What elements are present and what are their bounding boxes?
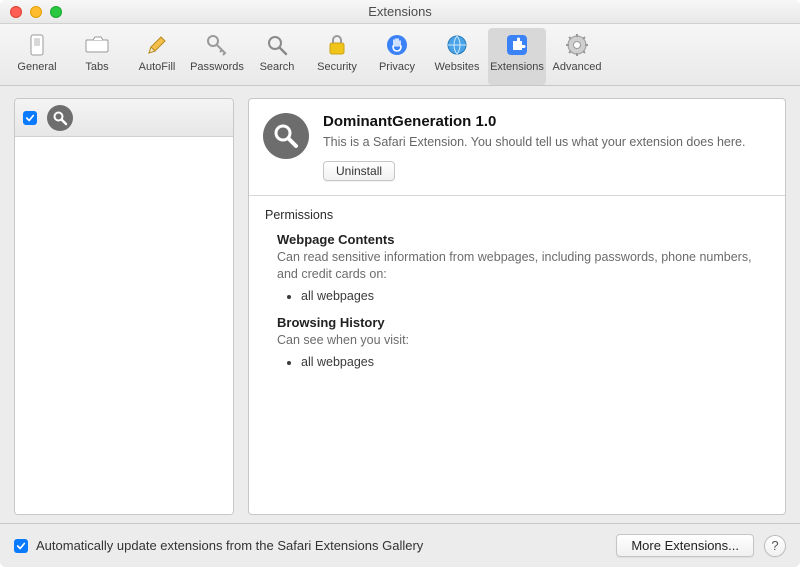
tab-autofill[interactable]: AutoFill (128, 28, 186, 85)
tab-label: Tabs (85, 61, 108, 73)
footer: Automatically update extensions from the… (0, 523, 800, 567)
extension-title: DominantGeneration 1.0 (323, 113, 745, 130)
permission-description: Can see when you visit: (277, 332, 769, 349)
tab-extensions[interactable]: Extensions (488, 28, 546, 85)
magnifier-icon (263, 113, 309, 159)
tab-label: Passwords (190, 61, 244, 73)
tab-tabs[interactable]: Tabs (68, 28, 126, 85)
pencil-icon (143, 31, 171, 59)
permission-list-item: all webpages (301, 355, 769, 369)
tab-passwords[interactable]: Passwords (188, 28, 246, 85)
uninstall-button[interactable]: Uninstall (323, 161, 395, 181)
tab-label: Extensions (490, 61, 544, 73)
lock-icon (323, 31, 351, 59)
puzzle-icon (503, 31, 531, 59)
tab-label: Search (260, 61, 295, 73)
tab-label: AutoFill (139, 61, 176, 73)
gear-icon (563, 31, 591, 59)
more-extensions-button[interactable]: More Extensions... (616, 534, 754, 557)
enable-extension-checkbox[interactable] (23, 111, 37, 125)
permission-browsing-history: Browsing History Can see when you visit:… (277, 315, 769, 369)
permissions-heading: Permissions (265, 208, 769, 222)
tab-label: Privacy (379, 61, 415, 73)
hand-icon (383, 31, 411, 59)
tab-websites[interactable]: Websites (428, 28, 486, 85)
preferences-window: Extensions General Tabs AutoFill Passw (0, 0, 800, 567)
help-button[interactable]: ? (764, 535, 786, 557)
detail-header: DominantGeneration 1.0 This is a Safari … (249, 99, 785, 196)
footer-left: Automatically update extensions from the… (14, 538, 423, 553)
magnifier-icon (47, 105, 73, 131)
tab-advanced[interactable]: Advanced (548, 28, 606, 85)
preferences-toolbar: General Tabs AutoFill Passwords Search (0, 24, 800, 86)
search-icon (263, 31, 291, 59)
extension-list-item[interactable] (15, 99, 233, 137)
tab-label: Security (317, 61, 357, 73)
tab-label: General (17, 61, 56, 73)
permission-title: Browsing History (277, 315, 769, 330)
tab-label: Advanced (553, 61, 602, 73)
tab-privacy[interactable]: Privacy (368, 28, 426, 85)
auto-update-checkbox[interactable] (14, 539, 28, 553)
permission-webpage-contents: Webpage Contents Can read sensitive info… (277, 232, 769, 303)
switch-icon (23, 31, 51, 59)
tab-general[interactable]: General (8, 28, 66, 85)
tab-label: Websites (434, 61, 479, 73)
auto-update-label: Automatically update extensions from the… (36, 538, 423, 553)
permissions-section: Permissions Webpage Contents Can read se… (249, 196, 785, 391)
detail-header-text: DominantGeneration 1.0 This is a Safari … (323, 113, 745, 181)
footer-right: More Extensions... ? (616, 534, 786, 557)
tabs-icon (83, 31, 111, 59)
globe-icon (443, 31, 471, 59)
tab-search[interactable]: Search (248, 28, 306, 85)
extension-description: This is a Safari Extension. You should t… (323, 134, 745, 151)
permission-list-item: all webpages (301, 289, 769, 303)
extensions-list-body (15, 137, 233, 514)
extensions-list (14, 98, 234, 515)
permission-description: Can read sensitive information from webp… (277, 249, 769, 283)
tab-security[interactable]: Security (308, 28, 366, 85)
permission-title: Webpage Contents (277, 232, 769, 247)
titlebar: Extensions (0, 0, 800, 24)
extension-detail-pane: DominantGeneration 1.0 This is a Safari … (248, 98, 786, 515)
permission-list: all webpages (301, 355, 769, 369)
permission-list: all webpages (301, 289, 769, 303)
window-title: Extensions (0, 4, 800, 19)
key-icon (203, 31, 231, 59)
content-area: DominantGeneration 1.0 This is a Safari … (0, 86, 800, 523)
